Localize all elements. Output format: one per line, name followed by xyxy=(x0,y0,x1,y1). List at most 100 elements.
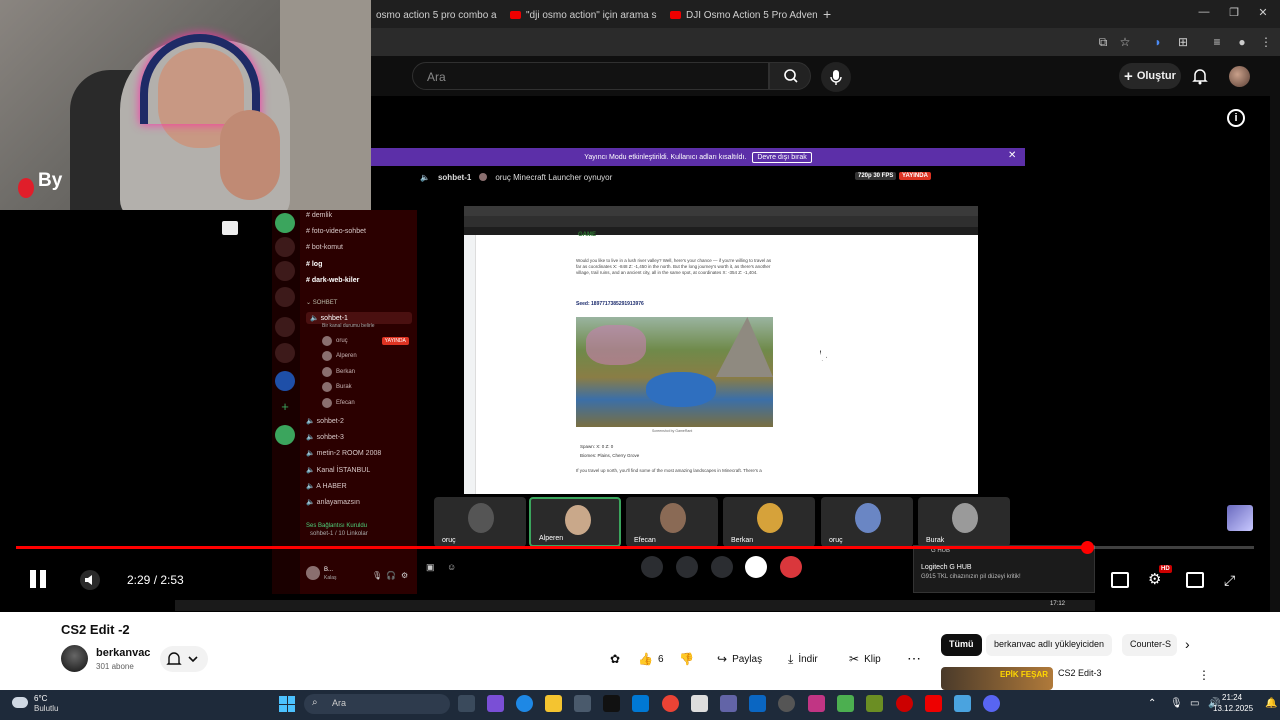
app-icon[interactable] xyxy=(954,695,971,712)
camera-off-icon[interactable] xyxy=(641,556,663,578)
miniplayer-icon[interactable] xyxy=(1186,572,1204,588)
file-explorer-icon[interactable] xyxy=(545,695,562,712)
participant-tile[interactable]: oruç xyxy=(821,497,913,547)
minecraft-icon[interactable] xyxy=(866,695,883,712)
microphone-icon[interactable] xyxy=(745,556,767,578)
end-screen-thumbnail[interactable] xyxy=(1227,505,1253,531)
participant-tile[interactable]: Alperen xyxy=(529,497,621,547)
voice-channel[interactable]: 🔈 sohbet-2 xyxy=(306,417,344,425)
download-button[interactable]: ⤓ İndir xyxy=(782,647,824,671)
mute-icon[interactable]: 🎙 xyxy=(372,571,382,580)
bookmark-star-icon[interactable]: ☆ xyxy=(1117,34,1133,50)
taskbar-date[interactable]: 13.12.2025 xyxy=(1213,704,1253,713)
desktop-file-icon[interactable] xyxy=(222,221,238,235)
subscribed-bell-button[interactable] xyxy=(160,646,208,672)
network-icon[interactable]: ▭ xyxy=(1190,698,1199,709)
puzzle-icon[interactable]: ⊞ xyxy=(1175,34,1191,50)
progress-scrubber[interactable] xyxy=(1081,541,1094,554)
chrome-icon[interactable] xyxy=(662,695,679,712)
volume-button[interactable] xyxy=(80,570,100,590)
windows-start-icon[interactable] xyxy=(279,696,295,712)
voice-user[interactable]: Burak xyxy=(322,382,352,392)
channel-item[interactable]: # bot-komut xyxy=(306,244,343,251)
more-vert-icon[interactable]: ⋮ xyxy=(1198,668,1210,682)
search-button[interactable] xyxy=(769,62,811,90)
fullscreen-icon[interactable]: ⤢ xyxy=(1224,572,1242,588)
voice-user[interactable]: Efecan xyxy=(322,398,355,408)
install-app-icon[interactable]: ⧉ xyxy=(1095,34,1111,50)
channel-item[interactable]: # demlik xyxy=(306,212,332,219)
minimize-icon[interactable]: — xyxy=(1197,6,1211,18)
participant-tile[interactable]: Burak xyxy=(918,497,1010,547)
pause-button[interactable] xyxy=(30,570,50,590)
tray-chevron-icon[interactable]: ⌃ xyxy=(1148,698,1156,709)
outlook-icon[interactable] xyxy=(632,695,649,712)
clip-button[interactable]: ✂ Klip xyxy=(843,647,887,671)
server-icon[interactable] xyxy=(275,343,295,363)
browser-tab-3[interactable]: DJI Osmo Action 5 Pro Advent✕ xyxy=(662,4,817,26)
menu-icon[interactable]: ⋮ xyxy=(1258,34,1274,50)
recommendation-title[interactable]: CS2 Edit-3 xyxy=(1058,668,1102,678)
chevron-right-icon[interactable]: › xyxy=(1185,636,1190,652)
participant-tile[interactable]: Efecan xyxy=(626,497,718,547)
headset-icon[interactable]: 🎧 xyxy=(386,571,396,580)
channel-item[interactable]: # dark-web-kiler xyxy=(306,277,359,284)
like-button[interactable]: 👍 6 xyxy=(632,647,670,671)
tiktok-icon[interactable] xyxy=(603,695,620,712)
server-icon[interactable] xyxy=(275,261,295,281)
activity-rocket-icon[interactable] xyxy=(676,556,698,578)
taskbar-time[interactable]: 21:24 xyxy=(1222,693,1242,702)
voice-channel[interactable]: 🔈 anlayamazsın xyxy=(306,498,360,506)
calculator-icon[interactable] xyxy=(574,695,591,712)
voice-channel[interactable]: 🔈 metin-2 ROOM 2008 xyxy=(306,449,381,457)
participant-tile[interactable]: Berkan xyxy=(723,497,815,547)
app-icon[interactable] xyxy=(896,695,913,712)
notepad-icon[interactable] xyxy=(691,695,708,712)
channel-item[interactable]: # foto-video-sohbet xyxy=(306,228,366,235)
voice-channel[interactable]: 🔈 sohbet-3 xyxy=(306,433,344,441)
copilot-icon[interactable] xyxy=(487,695,504,712)
subtitles-icon[interactable] xyxy=(1111,572,1129,588)
microphone-tray-icon[interactable]: 🎙 xyxy=(1170,698,1183,709)
account-avatar[interactable] xyxy=(1229,66,1250,87)
voice-user[interactable]: oruç YAYINDA xyxy=(322,336,409,346)
search-input[interactable]: Ara xyxy=(412,62,769,90)
voice-search-button[interactable] xyxy=(821,62,851,92)
voice-user[interactable]: Alperen xyxy=(322,351,357,361)
sponsor-icon[interactable]: ✿ xyxy=(604,647,627,671)
layout-icon[interactable]: ▣ xyxy=(426,562,435,573)
extension-icon[interactable]: ◗ xyxy=(1150,34,1166,50)
self-avatar[interactable] xyxy=(306,566,320,580)
notifications-button[interactable] xyxy=(1190,66,1210,86)
settings-icon[interactable]: ⚙ xyxy=(401,571,408,580)
chip-all[interactable]: Tümü xyxy=(941,634,982,656)
maximize-icon[interactable]: ❐ xyxy=(1227,6,1241,19)
close-window-icon[interactable]: ✕ xyxy=(1256,6,1270,19)
server-icon[interactable] xyxy=(275,287,295,307)
channel-item[interactable]: # log xyxy=(306,261,322,268)
emoji-icon[interactable]: ☺ xyxy=(447,562,456,572)
edge-icon[interactable] xyxy=(516,695,533,712)
voice-status[interactable]: Ses Bağlantısı Kuruldu xyxy=(306,523,367,529)
taskbar-search[interactable]: Ara xyxy=(304,694,450,714)
close-icon[interactable]: ✕ xyxy=(1008,150,1016,161)
server-icon[interactable] xyxy=(275,317,295,337)
task-view-icon[interactable] xyxy=(458,695,475,712)
chip-counter-strike[interactable]: Counter-S xyxy=(1122,634,1177,656)
notification-bell-icon[interactable]: 🔔 xyxy=(1265,698,1277,709)
channel-avatar[interactable] xyxy=(61,645,88,672)
youtube-app-icon[interactable] xyxy=(925,695,942,712)
voice-channel[interactable]: 🔈 A HABER xyxy=(306,482,347,490)
info-icon[interactable]: i xyxy=(1227,109,1245,127)
add-server-icon[interactable]: + xyxy=(275,398,295,418)
disable-streamer-mode-button[interactable]: Devre dışı bırak xyxy=(752,151,812,163)
create-button[interactable]: + Oluştur xyxy=(1119,63,1181,89)
voice-channel[interactable]: 🔈 Kanal İSTANBUL xyxy=(306,466,370,474)
chip-uploader[interactable]: berkanvac adlı yükleyiciden xyxy=(986,634,1113,656)
app-icon[interactable] xyxy=(837,695,854,712)
screen-share-icon[interactable] xyxy=(711,556,733,578)
app-icon[interactable] xyxy=(749,695,766,712)
new-tab-button[interactable]: + xyxy=(823,6,831,22)
browser-tab-1[interactable]: osmo action 5 pro combo a✕ xyxy=(368,4,498,26)
discord-icon[interactable] xyxy=(983,695,1000,712)
